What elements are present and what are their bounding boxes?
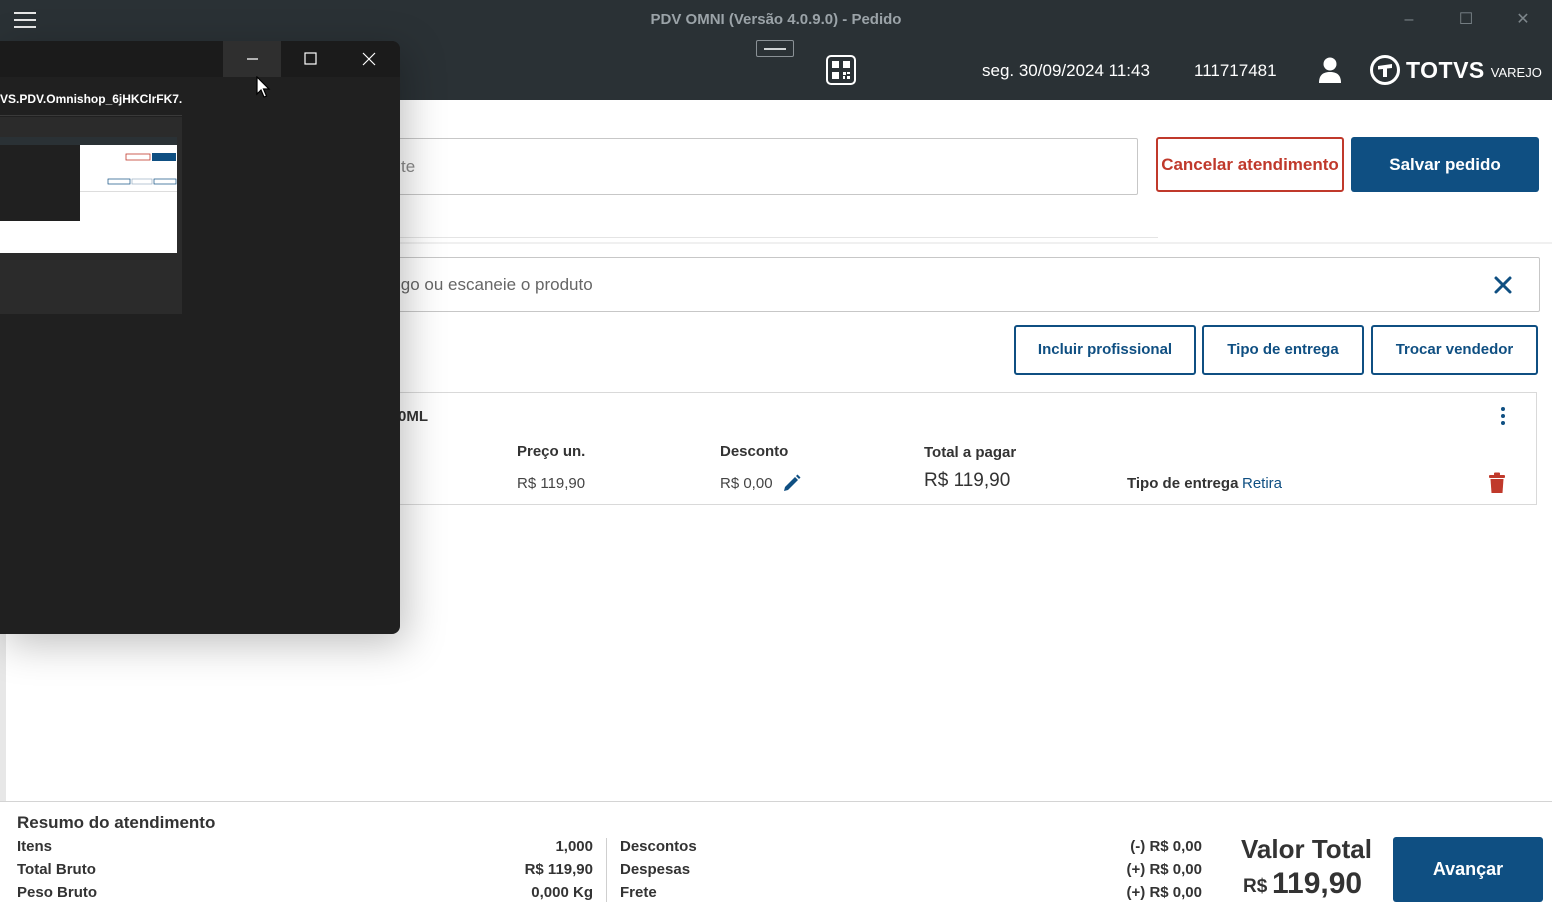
expenses-value: (+) R$ 0,00 <box>1126 861 1202 878</box>
discount-value: R$ 0,00 <box>720 475 773 492</box>
section-divider <box>380 237 1158 238</box>
popup-separator <box>0 115 182 116</box>
delivery-type-label: Tipo de entrega <box>1127 475 1239 492</box>
items-label: Itens <box>17 838 53 855</box>
delivery-type-button[interactable]: Tipo de entrega <box>1202 325 1364 375</box>
pencil-icon[interactable] <box>782 473 802 493</box>
total-currency: R$ <box>1243 876 1268 897</box>
cancel-service-button[interactable]: Cancelar atendimento <box>1156 137 1344 192</box>
logo-text: TOTVS <box>1406 56 1485 83</box>
gross-total-label: Total Bruto <box>17 861 96 878</box>
user-icon[interactable] <box>1318 56 1342 84</box>
summary-divider <box>606 838 607 902</box>
maximize-icon[interactable] <box>281 41 339 77</box>
trash-icon[interactable] <box>1488 472 1506 494</box>
gross-weight-value: 0,000 Kg <box>531 884 593 901</box>
unit-price-value: R$ 119,90 <box>517 475 586 492</box>
window-thumbnail[interactable] <box>0 137 177 253</box>
include-professional-button[interactable]: Incluir profissional <box>1014 325 1196 375</box>
items-value: 1,000 <box>555 838 593 855</box>
summary-title: Resumo do atendimento <box>17 813 216 832</box>
delivery-type-link[interactable]: Retira <box>1242 475 1282 492</box>
discounts-label: Descontos <box>620 838 697 855</box>
expenses-label: Despesas <box>620 861 691 878</box>
totvs-logo-icon <box>1370 55 1400 85</box>
qr-code-icon[interactable] <box>826 55 856 85</box>
gross-weight-label: Peso Bruto <box>17 884 98 901</box>
window-title: PDV OMNI (Versão 4.0.9.0) - Pedido <box>650 11 902 28</box>
task-preview-window[interactable]: VS.PDV.Omnishop_6jHKClrFK7.... <box>0 41 400 634</box>
freight-label: Frete <box>620 884 657 901</box>
total-to-pay-label: Total a pagar <box>924 444 1017 461</box>
window-close-button[interactable]: ✕ <box>1494 0 1552 40</box>
item-name: 0ML <box>398 408 428 425</box>
cursor-icon <box>256 76 271 98</box>
save-order-button[interactable]: Salvar pedido <box>1351 137 1539 192</box>
unit-price-label: Preço un. <box>517 443 586 460</box>
drag-handle[interactable] <box>756 40 794 57</box>
window-maximize-button[interactable]: ☐ <box>1437 0 1495 40</box>
discounts-value: (-) R$ 0,00 <box>1130 838 1202 855</box>
freight-value: (+) R$ 0,00 <box>1126 884 1202 901</box>
popup-caption: VS.PDV.Omnishop_6jHKClrFK7.... <box>0 92 182 106</box>
change-seller-button[interactable]: Trocar vendedor <box>1371 325 1538 375</box>
window-title-bar: PDV OMNI (Versão 4.0.9.0) - Pedido – ☐ ✕ <box>0 0 1552 40</box>
close-icon[interactable] <box>1492 274 1514 296</box>
total-value-label: Valor Total <box>1241 834 1372 864</box>
section-band <box>380 242 1552 244</box>
window-minimize-button[interactable]: – <box>1380 0 1438 40</box>
logo-subtext: VAREJO <box>1490 64 1542 80</box>
current-datetime: seg. 30/09/2024 11:43 <box>982 61 1150 80</box>
discount-label: Desconto <box>720 443 789 460</box>
total-to-pay-value: R$ 119,90 <box>924 470 1011 491</box>
kebab-menu-icon[interactable] <box>1495 406 1511 426</box>
operator-id: 111717481 <box>1194 61 1277 80</box>
next-button[interactable]: Avançar <box>1393 837 1543 902</box>
product-search-input[interactable]: igo ou escaneie o produto <box>380 257 1540 312</box>
left-edge-strip <box>0 634 6 802</box>
total-value: 119,90 <box>1272 867 1363 900</box>
totvs-logo: TOTVS VAREJO <box>1370 54 1542 86</box>
minimize-icon[interactable] <box>223 41 281 77</box>
client-input[interactable]: te <box>380 138 1138 195</box>
gross-total-value: R$ 119,90 <box>524 861 593 878</box>
close-icon[interactable] <box>340 41 398 77</box>
